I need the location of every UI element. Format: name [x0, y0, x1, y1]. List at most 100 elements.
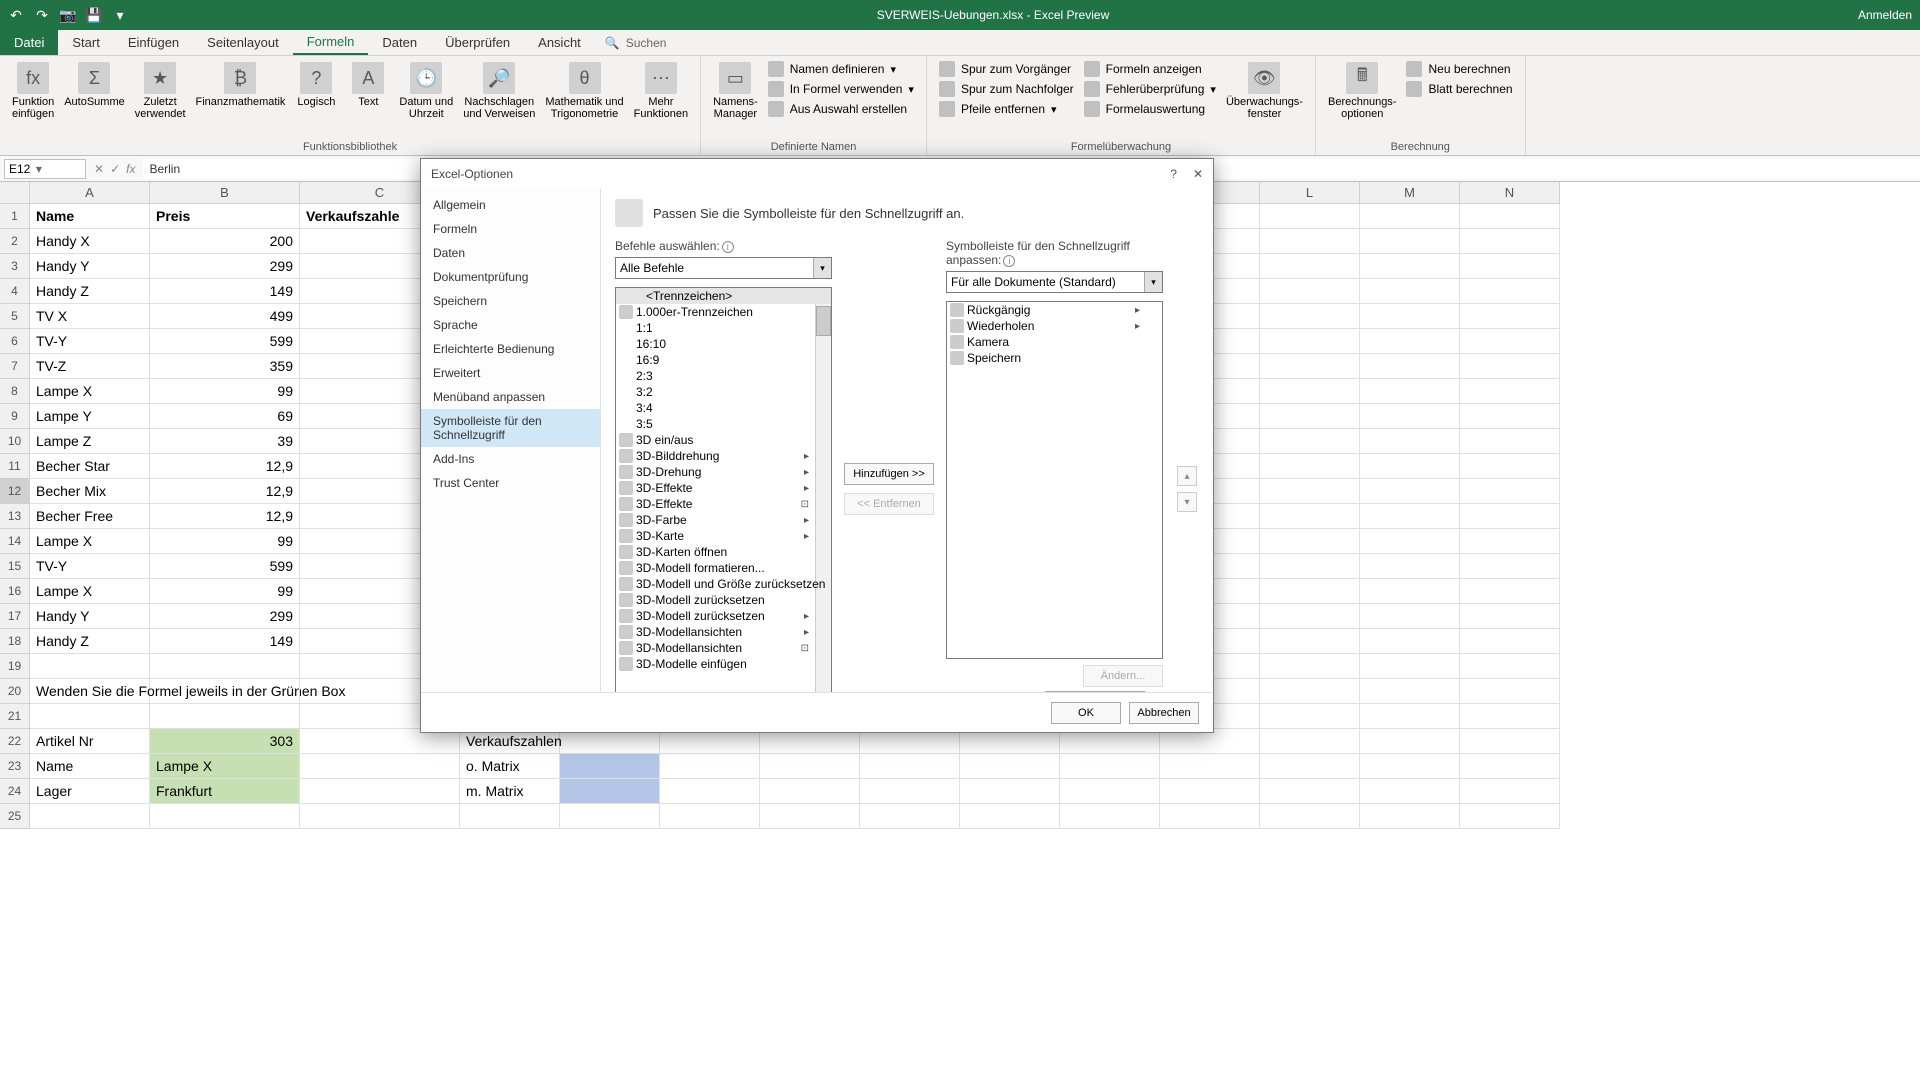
options-nav-item[interactable]: Erleichterte Bedienung [421, 337, 600, 361]
cell-M25[interactable] [1360, 804, 1460, 829]
btn-remove-arrows[interactable]: Pfeile entfernen ▾ [935, 100, 1078, 118]
qat-items-list[interactable]: Rückgängig▸Wiederholen▸KameraSpeichern [946, 301, 1163, 659]
cell-M14[interactable] [1360, 529, 1460, 554]
cell-D24[interactable]: m. Matrix [460, 779, 560, 804]
cell-B17[interactable]: 299 [150, 604, 300, 629]
command-list-item[interactable]: 3:2 [616, 384, 831, 400]
cell-B22[interactable]: 303 [150, 729, 300, 754]
cell-G23[interactable] [760, 754, 860, 779]
ok-button[interactable]: OK [1051, 702, 1121, 724]
cell-N23[interactable] [1460, 754, 1560, 779]
options-nav-item[interactable]: Menüband anpassen [421, 385, 600, 409]
cell-L20[interactable] [1260, 679, 1360, 704]
cell-M8[interactable] [1360, 379, 1460, 404]
cell-M18[interactable] [1360, 629, 1460, 654]
row-header-24[interactable]: 24 [0, 779, 29, 804]
move-down-button[interactable]: ▾ [1177, 492, 1197, 512]
cell-C24[interactable] [300, 779, 460, 804]
cell-L23[interactable] [1260, 754, 1360, 779]
tab-view[interactable]: Ansicht [524, 30, 595, 55]
row-header-25[interactable]: 25 [0, 804, 29, 829]
cell-B1[interactable]: Preis [150, 204, 300, 229]
cell-A3[interactable]: Handy Y [30, 254, 150, 279]
row-header-23[interactable]: 23 [0, 754, 29, 779]
qat-customize-icon[interactable]: ▾ [112, 7, 128, 23]
cell-B15[interactable]: 599 [150, 554, 300, 579]
move-up-button[interactable]: ▴ [1177, 466, 1197, 486]
cell-A15[interactable]: TV-Y [30, 554, 150, 579]
cell-K25[interactable] [1160, 804, 1260, 829]
cell-M2[interactable] [1360, 229, 1460, 254]
cell-M13[interactable] [1360, 504, 1460, 529]
cell-H25[interactable] [860, 804, 960, 829]
row-header-2[interactable]: 2 [0, 229, 29, 254]
btn-datetime[interactable]: 🕒Datum und Uhrzeit [395, 60, 457, 122]
cancel-button[interactable]: Abbrechen [1129, 702, 1199, 724]
cell-B14[interactable]: 99 [150, 529, 300, 554]
cell-N5[interactable] [1460, 304, 1560, 329]
command-list-item[interactable]: 16:9 [616, 352, 831, 368]
cell-L6[interactable] [1260, 329, 1360, 354]
btn-insert-function[interactable]: fxFunktion einfügen [8, 60, 58, 122]
tab-insert[interactable]: Einfügen [114, 30, 193, 55]
options-nav-item[interactable]: Erweitert [421, 361, 600, 385]
cell-N22[interactable] [1460, 729, 1560, 754]
options-nav-item[interactable]: Formeln [421, 217, 600, 241]
cell-N16[interactable] [1460, 579, 1560, 604]
command-list-item[interactable]: 3:4 [616, 400, 831, 416]
row-header-17[interactable]: 17 [0, 604, 29, 629]
cell-D25[interactable] [460, 804, 560, 829]
cell-K23[interactable] [1160, 754, 1260, 779]
row-header-9[interactable]: 9 [0, 404, 29, 429]
cell-N12[interactable] [1460, 479, 1560, 504]
name-box[interactable]: E12▾ [4, 159, 86, 179]
cell-N18[interactable] [1460, 629, 1560, 654]
btn-show-formulas[interactable]: Formeln anzeigen [1080, 60, 1220, 78]
cell-M22[interactable] [1360, 729, 1460, 754]
cell-L24[interactable] [1260, 779, 1360, 804]
command-list-item[interactable]: 3D-Effekte⊡ [616, 496, 831, 512]
cell-L1[interactable] [1260, 204, 1360, 229]
cell-L13[interactable] [1260, 504, 1360, 529]
cell-N1[interactable] [1460, 204, 1560, 229]
cell-L4[interactable] [1260, 279, 1360, 304]
cell-H24[interactable] [860, 779, 960, 804]
cell-A13[interactable]: Becher Free [30, 504, 150, 529]
cell-N20[interactable] [1460, 679, 1560, 704]
options-nav-item[interactable]: Speichern [421, 289, 600, 313]
tab-pagelayout[interactable]: Seitenlayout [193, 30, 293, 55]
cell-M19[interactable] [1360, 654, 1460, 679]
btn-trace-dep[interactable]: Spur zum Nachfolger [935, 80, 1078, 98]
row-header-15[interactable]: 15 [0, 554, 29, 579]
cell-A20[interactable]: Wenden Sie die Formel jeweils in der Grü… [30, 679, 150, 704]
cell-A1[interactable]: Name [30, 204, 150, 229]
cell-M23[interactable] [1360, 754, 1460, 779]
cell-B16[interactable]: 99 [150, 579, 300, 604]
signin-link[interactable]: Anmelden [1858, 8, 1912, 22]
cell-E23[interactable] [560, 754, 660, 779]
cell-I25[interactable] [960, 804, 1060, 829]
btn-use-in-formula[interactable]: In Formel verwenden ▾ [764, 80, 918, 98]
col-header-A[interactable]: A [30, 182, 150, 203]
cell-B25[interactable] [150, 804, 300, 829]
cell-N24[interactable] [1460, 779, 1560, 804]
row-header-20[interactable]: 20 [0, 679, 29, 704]
cell-K24[interactable] [1160, 779, 1260, 804]
command-list-item[interactable]: 3D ein/aus [616, 432, 831, 448]
customize-qat-select[interactable]: Für alle Dokumente (Standard)▾ [946, 271, 1163, 293]
btn-calc-now[interactable]: Neu berechnen [1402, 60, 1516, 78]
command-list-item[interactable]: 3D-Modellansichten▸ [616, 624, 831, 640]
cell-J23[interactable] [1060, 754, 1160, 779]
modify-button[interactable]: Ändern... [1083, 665, 1163, 687]
cell-L15[interactable] [1260, 554, 1360, 579]
tab-home[interactable]: Start [58, 30, 113, 55]
close-icon[interactable]: ✕ [1193, 167, 1203, 181]
cell-L19[interactable] [1260, 654, 1360, 679]
cell-A18[interactable]: Handy Z [30, 629, 150, 654]
command-list-item[interactable]: 3D-Effekte▸ [616, 480, 831, 496]
command-list-item[interactable]: 3D-Karten öffnen [616, 544, 831, 560]
row-header-21[interactable]: 21 [0, 704, 29, 729]
command-list-item[interactable]: 3D-Bilddrehung▸ [616, 448, 831, 464]
btn-lookup[interactable]: 🔎Nachschlagen und Verweisen [459, 60, 539, 122]
cell-B11[interactable]: 12,9 [150, 454, 300, 479]
